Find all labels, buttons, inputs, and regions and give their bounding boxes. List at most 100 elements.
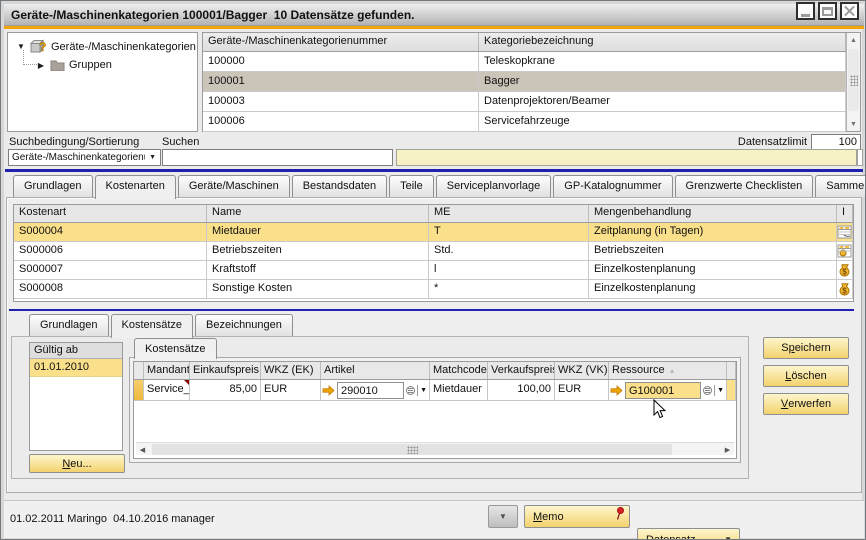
new-button[interactable]: Neu... (29, 454, 125, 473)
list-icon[interactable] (406, 385, 416, 395)
discard-button[interactable]: Verwerfen (763, 393, 849, 415)
cell-number[interactable]: 100001 (203, 72, 479, 91)
search-result-field[interactable] (396, 149, 857, 166)
table-row-selected[interactable]: 100001 Bagger (203, 72, 846, 92)
tab-grundlagen-detail[interactable]: Grundlagen (29, 314, 109, 336)
cell-name[interactable]: Sonstige Kosten (207, 280, 429, 298)
column-header-sorted[interactable]: Ressource ▲ (609, 362, 727, 379)
cost-row[interactable]: S000006 Betriebszeiten Std. Betriebszeit… (14, 242, 853, 261)
tab-serviceplanvorlage[interactable]: Serviceplanvorlage (435, 175, 552, 197)
tree-child-item[interactable]: ▶ Gruppen (36, 59, 112, 71)
cell-artikel[interactable]: 290010 ▼ (321, 380, 430, 400)
choose-from-list[interactable]: ▼ (406, 384, 428, 396)
cell-unit[interactable]: * (429, 280, 589, 298)
cell-name[interactable]: Teleskopkrane (479, 52, 846, 71)
cell-sales-price[interactable]: 100,00 (488, 380, 555, 400)
tab-grundlagen[interactable]: Grundlagen (13, 175, 93, 197)
ressource-input[interactable]: G100001 (625, 381, 702, 399)
record-limit-input[interactable]: 100 (811, 134, 861, 150)
title-bar[interactable]: Geräte-/Maschinenkategorien 100001/Bagge… (4, 4, 864, 26)
cell-name[interactable]: Bagger (479, 72, 846, 91)
cell-number[interactable]: 100000 (203, 52, 479, 71)
scrollbar-thumb[interactable] (848, 49, 859, 111)
tab-grenzwerte-checklisten[interactable]: Grenzwerte Checklisten (674, 175, 814, 197)
tree-root-item[interactable]: ▼ ? Geräte-/Maschinenkategorien (16, 39, 196, 54)
tab-kostensaetze-inner[interactable]: Kostensätze (134, 338, 217, 359)
expand-icon[interactable]: ▶ (36, 61, 46, 70)
choose-from-list[interactable]: ▼ (703, 384, 725, 396)
cell-id[interactable]: S000006 (14, 242, 207, 260)
column-header[interactable]: Name (207, 205, 429, 222)
horizontal-scrollbar[interactable]: ◀ ▶ (136, 442, 734, 455)
tab-bestandsdaten[interactable]: Bestandsdaten (291, 175, 388, 197)
tab-geraete-maschinen[interactable]: Geräte/Maschinen (177, 175, 290, 197)
cell-currency-ek[interactable]: EUR (261, 380, 321, 400)
validity-row-selected[interactable]: 01.01.2010 (30, 359, 122, 377)
chevron-down-icon[interactable]: ▼ (420, 387, 427, 394)
cell-unit[interactable]: Std. (429, 242, 589, 260)
scrollbar-thumb[interactable] (152, 444, 672, 455)
cell-id[interactable]: S000008 (14, 280, 207, 298)
column-header[interactable]: Verkaufspreis (488, 362, 555, 379)
column-header[interactable]: ME (429, 205, 589, 222)
column-header[interactable]: Geräte-/Maschinenkategorienummer (203, 33, 479, 51)
link-arrow-icon[interactable] (610, 384, 623, 396)
cost-row[interactable]: S000007 Kraftstoff l Einzelkostenplanung… (14, 261, 853, 280)
save-button[interactable]: Sp eichern (763, 337, 849, 359)
cell-handling[interactable]: Einzelkostenplanung (589, 280, 837, 298)
cell-unit[interactable]: T (429, 223, 589, 241)
search-condition-select[interactable]: Geräte-/Maschinenkategorienummer ▼ (8, 149, 161, 166)
column-header[interactable]: I (837, 205, 853, 222)
cell-purchase-price[interactable]: 85,00 (190, 380, 261, 400)
tab-sammelmappe[interactable]: Sammelmappe (815, 175, 865, 197)
tab-kostensaetze[interactable]: Kostensätze (110, 314, 194, 338)
artikel-input[interactable]: 290010 (337, 381, 405, 399)
tree-child-label[interactable]: Gruppen (69, 59, 112, 71)
tab-bezeichnungen[interactable]: Bezeichnungen (195, 314, 293, 336)
column-header[interactable]: WKZ (VK) (555, 362, 609, 379)
datensatz-button[interactable]: Datensatz ▼ (637, 528, 740, 539)
vertical-scrollbar[interactable]: ▲ ▼ (846, 33, 860, 131)
delete-button[interactable]: Löschen (763, 365, 849, 387)
scroll-down-icon[interactable]: ▼ (847, 117, 860, 131)
cell-handling[interactable]: Zeitplanung (in Tagen) (589, 223, 837, 241)
cell-name[interactable]: Mietdauer (207, 223, 429, 241)
column-header[interactable]: Einkaufspreis (190, 362, 261, 379)
rates-row[interactable]: Service_ 85,00 EUR 290010 ▼ Mietdauer 10… (134, 380, 736, 401)
collapse-icon[interactable]: ▼ (16, 42, 26, 51)
cost-row[interactable]: S000008 Sonstige Kosten * Einzelkostenpl… (14, 280, 853, 299)
cost-row-selected[interactable]: S000004 Mietdauer T Zeitplanung (in Tage… (14, 223, 853, 242)
cell-name[interactable]: Servicefahrzeuge (479, 112, 846, 131)
column-header[interactable]: Kategoriebezeichnung (479, 33, 846, 51)
cell-name[interactable]: Betriebszeiten (207, 242, 429, 260)
cell-number[interactable]: 100006 (203, 112, 479, 131)
cell-handling[interactable]: Einzelkostenplanung (589, 261, 837, 279)
cell-ressource[interactable]: G100001 ▼ (609, 380, 727, 400)
column-header[interactable]: Artikel (321, 362, 430, 379)
list-icon[interactable] (703, 385, 713, 395)
scroll-up-icon[interactable]: ▲ (847, 33, 860, 47)
memo-button[interactable]: Memo (524, 505, 630, 528)
tree-root-label[interactable]: Geräte-/Maschinenkategorien (51, 41, 196, 53)
minimize-button[interactable] (796, 2, 815, 20)
column-header[interactable]: Matchcode (430, 362, 488, 379)
table-row[interactable]: 100000 Teleskopkrane (203, 52, 846, 72)
column-header[interactable]: Mengenbehandlung (589, 205, 837, 222)
row-selector[interactable] (134, 380, 144, 400)
tab-gp-katalognummer[interactable]: GP-Katalognummer (553, 175, 673, 197)
column-header[interactable]: WKZ (EK) (261, 362, 321, 379)
column-header[interactable]: Mandant (144, 362, 190, 379)
scroll-left-icon[interactable]: ◀ (136, 443, 149, 456)
link-arrow-icon[interactable] (322, 384, 335, 396)
table-row[interactable]: 100006 Servicefahrzeuge (203, 112, 846, 132)
table-row[interactable]: 100003 Datenprojektoren/Beamer (203, 92, 846, 112)
scroll-right-icon[interactable]: ▶ (721, 443, 734, 456)
cell-matchcode[interactable]: Mietdauer (430, 380, 488, 400)
tab-teile[interactable]: Teile (389, 175, 434, 197)
cell-name[interactable]: Datenprojektoren/Beamer (479, 92, 846, 111)
column-header[interactable]: Kostenart (14, 205, 207, 222)
close-button[interactable] (840, 2, 859, 20)
cell-number[interactable]: 100003 (203, 92, 479, 111)
cell-mandant[interactable]: Service_ (144, 380, 190, 400)
tab-kostenarten[interactable]: Kostenarten (94, 175, 176, 199)
